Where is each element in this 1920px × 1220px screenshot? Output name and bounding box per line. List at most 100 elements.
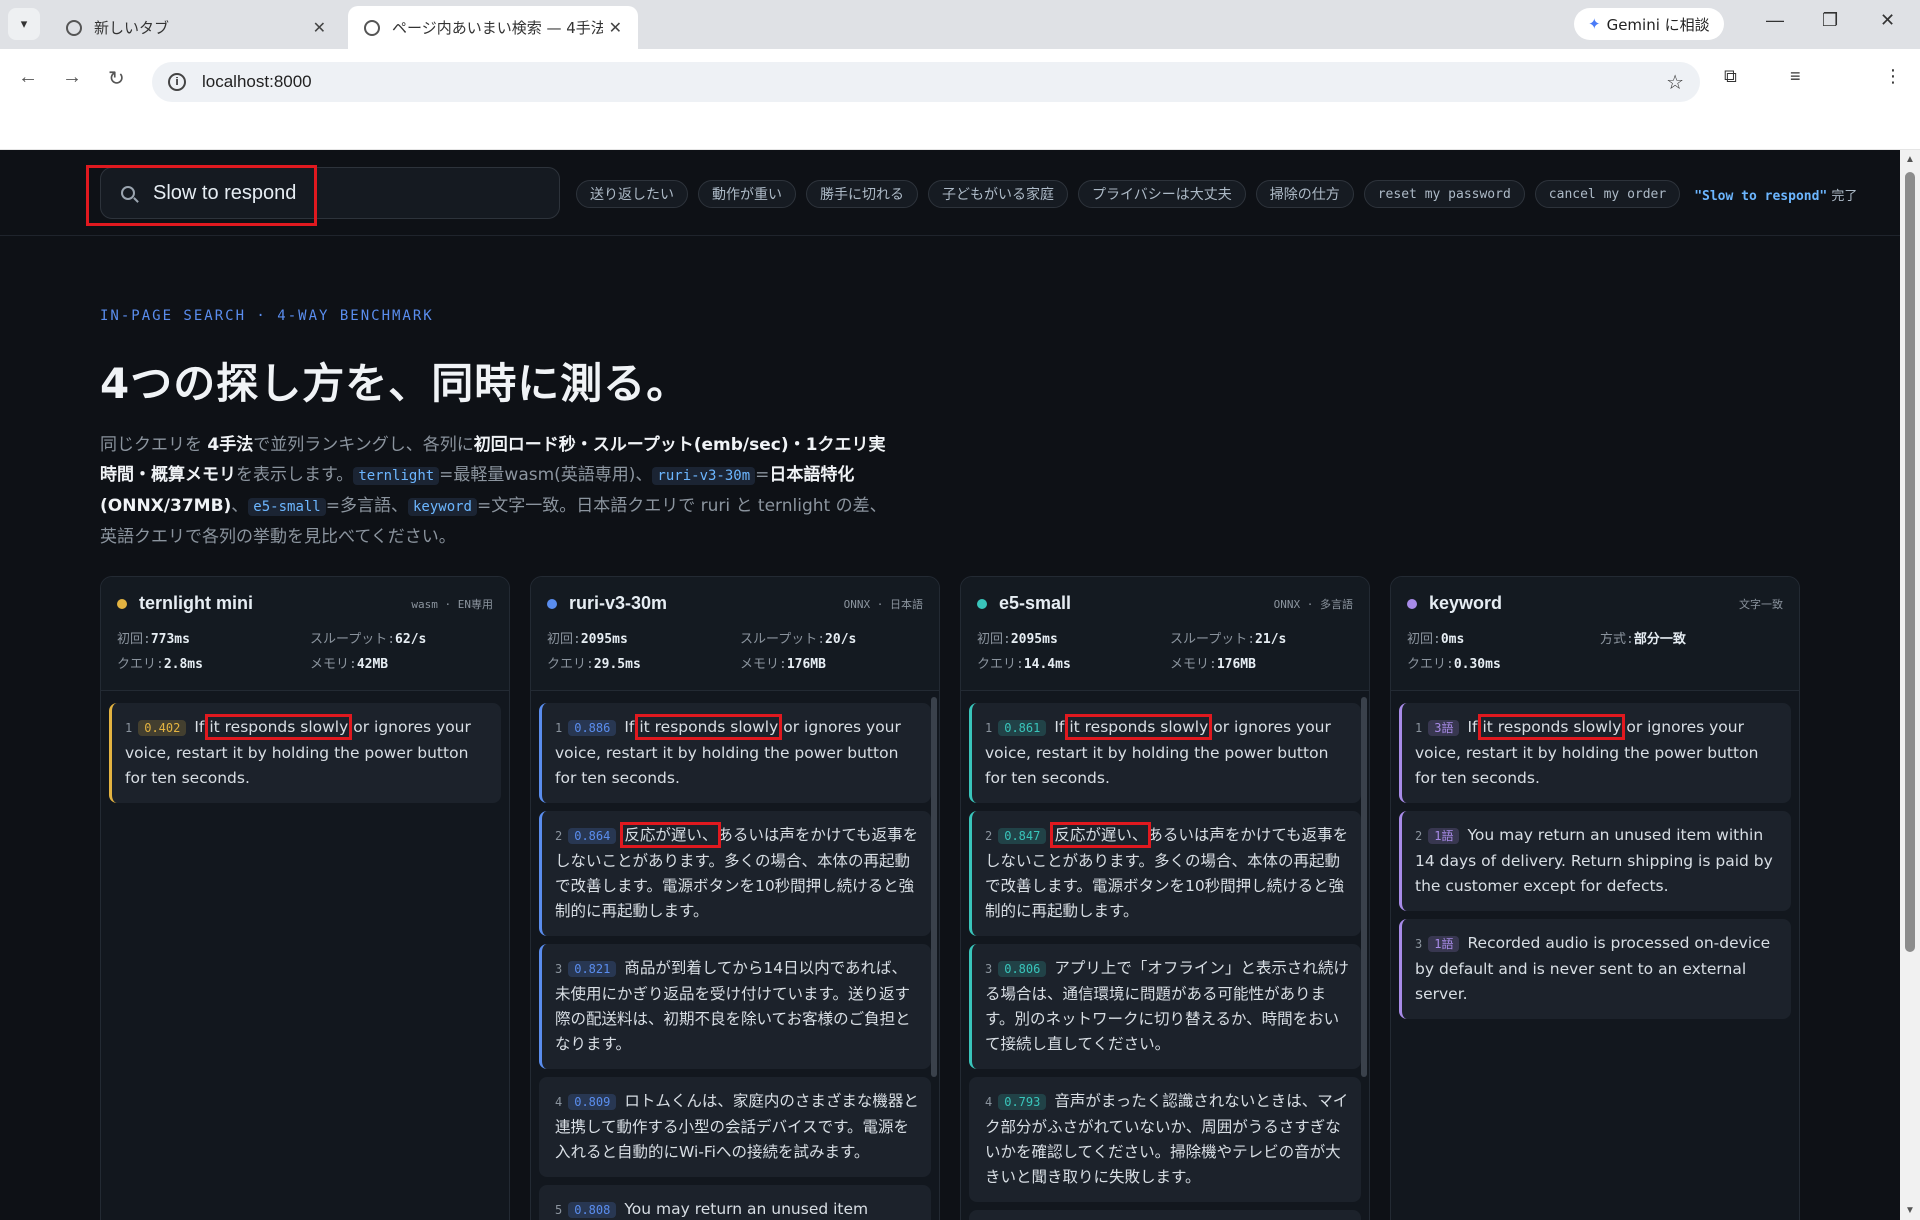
result-list: 1 0.861 If it responds slowly or ignores y…	[961, 691, 1369, 1220]
metric-value: 0.30ms	[1453, 657, 1501, 672]
back-arrow-icon[interactable]: ←	[18, 66, 38, 89]
match-highlight: it responds slowly	[1478, 714, 1626, 740]
query-chip[interactable]: 動作が重い	[698, 180, 796, 208]
metric-value: 176MB	[1216, 657, 1256, 672]
results-columns: ternlight mini wasm · EN専用 初回:773ms スループ…	[100, 576, 1800, 1220]
result-card[interactable]: 1 3語 If it responds slowly or ignores your…	[1399, 703, 1791, 803]
column-tag: 文字一致	[1739, 597, 1783, 611]
score-badge: 0.847	[998, 828, 1047, 844]
metric-value: 176MB	[786, 657, 826, 672]
result-card[interactable]: 1 0.886 If it responds slowly or ignores y…	[539, 703, 931, 803]
result-list: 1 3語 If it responds slowly or ignores your…	[1391, 691, 1799, 1019]
rank-number: 1	[1415, 721, 1423, 735]
column-scrollbar[interactable]	[931, 697, 937, 1077]
column-header: keyword 文字一致 初回:0ms 方式:部分一致 クエリ:0.30ms	[1391, 577, 1799, 691]
metric-value: 42MB	[356, 657, 389, 672]
result-card[interactable]: 2 0.864 反応が遅い、あるいは声をかけても返事をしないことがあります。多くの場…	[539, 811, 931, 936]
eyebrow-label: IN-PAGE SEARCH · 4-WAY BENCHMARK	[100, 308, 434, 324]
address-bar[interactable]: i localhost:8000 ☆	[152, 62, 1700, 102]
result-card[interactable]: 1 0.402 If it responds slowly or ignores y…	[109, 703, 501, 803]
browser-toolbar: ← → ↻ i localhost:8000 ☆ ⧉ ≡ ⋮	[0, 49, 1920, 150]
result-column-1: ruri-v3-30m ONNX · 日本語 初回:2095ms スループット:…	[530, 576, 940, 1220]
rank-number: 2	[1415, 829, 1423, 843]
metric-value: 20/s	[825, 632, 857, 647]
result-card[interactable]: 50.808You may return an unused item with…	[539, 1185, 931, 1220]
score-badge: 0.861	[998, 720, 1047, 736]
search-input[interactable]	[153, 181, 533, 205]
forward-arrow-icon[interactable]: →	[62, 66, 82, 89]
result-list: 1 0.886 If it responds slowly or ignores y…	[531, 691, 939, 1220]
page-title: 4つの探し方を、同時に測る。	[100, 359, 690, 408]
query-chip[interactable]: 勝手に切れる	[806, 180, 918, 208]
column-title: keyword	[1429, 593, 1503, 613]
status-dot-icon	[117, 598, 127, 609]
query-chip[interactable]: 送り返したい	[576, 180, 688, 208]
page-scrollbar[interactable]: ▲ ▼	[1900, 150, 1920, 1220]
query-chip[interactable]: 掃除の仕方	[1255, 180, 1354, 208]
match-highlight: it responds slowly	[1065, 714, 1213, 740]
match-highlight: it responds slowly	[635, 714, 783, 740]
url-text: localhost:8000	[202, 72, 312, 91]
column-tag: wasm · EN専用	[411, 597, 493, 611]
star-bookmark-icon[interactable]: ☆	[1666, 70, 1684, 95]
score-badge: 0.821	[568, 961, 617, 977]
scrollbar-thumb[interactable]	[1905, 172, 1915, 952]
result-card[interactable]: 4 0.809 ロトムくんは、家庭内のさまざまな機器と連携して動作する小型の会話デバ…	[539, 1077, 931, 1177]
match-highlight: 反応が遅い、	[620, 822, 722, 848]
rank-number: 2	[555, 829, 563, 843]
result-card[interactable]: 2 1語 You may return an unused item within …	[1399, 811, 1791, 911]
result-card[interactable]: 3 0.806 アプリ上で「オフライン」と表示され続ける場合は、通信環境に問題がある…	[969, 944, 1361, 1069]
column-scrollbar[interactable]	[1361, 697, 1367, 1077]
score-badge: 0.864	[568, 828, 617, 844]
lead-paragraph: 同じクエリを 4手法で並列ランキングし、各列に初回ロード秒・スループット(emb…	[100, 435, 887, 547]
score-badge: 0.402	[138, 720, 187, 736]
result-text: You may return an unused item within 14 …	[1415, 826, 1773, 895]
result-card[interactable]: 2 0.847 反応が遅い、あるいは声をかけても返事をしないことがあります。多くの場…	[969, 811, 1361, 936]
result-card[interactable]: 3 0.821 商品が到着してから14日以内であれば、未使用にかぎり返品を受け付けて…	[539, 944, 931, 1069]
status-dot-icon	[977, 598, 987, 609]
reload-icon[interactable]: ↻	[108, 66, 125, 91]
column-header: ruri-v3-30m ONNX · 日本語 初回:2095ms スループット:…	[531, 577, 939, 691]
query-chip[interactable]: 子どもがいる家庭	[928, 180, 1068, 208]
metrics: 初回:0ms 方式:部分一致 クエリ:0.30ms	[1407, 632, 1686, 672]
metrics: 初回:2095ms スループット:21/s クエリ:14.4ms メモリ:176…	[977, 632, 1287, 672]
column-header: e5-small ONNX · 多言語 初回:2095ms スループット:21/…	[961, 577, 1369, 691]
scroll-down-icon[interactable]: ▼	[1905, 1205, 1915, 1216]
rank-number: 3	[985, 962, 993, 976]
query-chip[interactable]: プライバシーは大丈夫	[1078, 180, 1246, 208]
metric-value: 21/s	[1255, 632, 1287, 647]
score-badge: 3語	[1428, 720, 1460, 736]
result-text: Recorded audio is processed on-device by…	[1415, 934, 1771, 1003]
page-content: 送り返したい動作が重い勝手に切れる子どもがいる家庭プライバシーは大丈夫掃除の仕方…	[0, 150, 1900, 1220]
media-control-icon[interactable]: ≡	[1790, 66, 1801, 87]
metric-value: 29.5ms	[593, 657, 641, 672]
metric-value: 2.8ms	[163, 657, 203, 672]
query-chip[interactable]: cancel my order	[1534, 180, 1681, 208]
result-card[interactable]: 3 1語 Recorded audio is processed on-device…	[1399, 919, 1791, 1019]
result-column-3: keyword 文字一致 初回:0ms 方式:部分一致 クエリ:0.30ms 1…	[1390, 576, 1800, 1220]
result-card[interactable]: 50.788初期設定では、アプリの案内に従って	[969, 1210, 1361, 1220]
menu-kebab-icon[interactable]: ⋮	[1884, 66, 1902, 87]
search-box[interactable]	[100, 167, 560, 219]
score-badge: 0.886	[568, 720, 617, 736]
rank-number: 1	[985, 721, 993, 735]
score-badge: 1語	[1428, 828, 1460, 844]
extensions-icon[interactable]: ⧉	[1724, 66, 1737, 87]
site-info-icon[interactable]: i	[168, 73, 186, 91]
scroll-up-icon[interactable]: ▲	[1905, 154, 1915, 165]
rank-number: 4	[555, 1095, 563, 1109]
result-card[interactable]: 1 0.861 If it responds slowly or ignores y…	[969, 703, 1361, 803]
metric-value: 2095ms	[580, 632, 628, 647]
query-chip[interactable]: reset my password	[1363, 180, 1525, 208]
rank-number: 5	[555, 1203, 563, 1217]
column-title: e5-small	[999, 593, 1072, 613]
column-tag: ONNX · 多言語	[1273, 597, 1353, 611]
metric-value: 14.4ms	[1023, 657, 1071, 672]
rank-number: 2	[985, 829, 993, 843]
metric-value: 773ms	[150, 632, 190, 647]
rank-number: 3	[1415, 937, 1423, 951]
result-card[interactable]: 4 0.793 音声がまったく認識されないときは、マイク部分がふさがれていないか、周…	[969, 1077, 1361, 1202]
column-header: ternlight mini wasm · EN専用 初回:773ms スループ…	[101, 577, 509, 691]
example-query-chips: 送り返したい 動作が重い 勝手に切れる 子どもがいる家庭 プライバシーは大丈夫 掃除の仕方…	[576, 180, 1857, 208]
rank-number: 1	[125, 721, 133, 735]
